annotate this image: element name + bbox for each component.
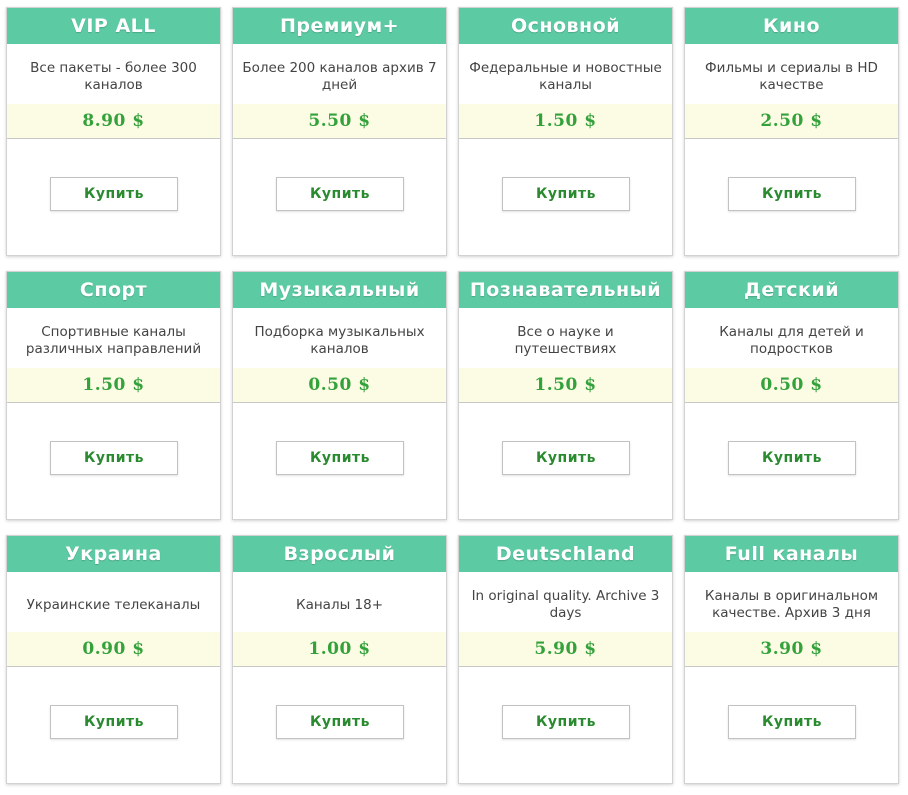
package-price: 3.90 $ xyxy=(685,632,898,667)
package-card: Познавательный Все о науке и путешествия… xyxy=(458,271,673,520)
buy-button[interactable]: Купить xyxy=(502,705,630,739)
package-title: Премиум+ xyxy=(233,8,446,44)
package-price: 1.50 $ xyxy=(7,368,220,403)
package-card: VIP ALL Все пакеты - более 300 каналов 8… xyxy=(6,7,221,256)
buy-button[interactable]: Купить xyxy=(502,177,630,211)
package-description: Каналы для детей и подростков xyxy=(719,324,864,357)
package-description: Каналы в оригинальном качестве. Архив 3 … xyxy=(704,588,879,621)
package-actions: Купить xyxy=(7,139,220,255)
buy-button[interactable]: Купить xyxy=(276,177,404,211)
package-price: 0.50 $ xyxy=(233,368,446,403)
package-price: 5.90 $ xyxy=(459,632,672,667)
package-description: Фильмы и сериалы в HD качестве xyxy=(705,60,878,93)
package-title: Deutschland xyxy=(459,536,672,572)
package-card: Музыкальный Подборка музыкальных каналов… xyxy=(232,271,447,520)
buy-button[interactable]: Купить xyxy=(728,705,856,739)
package-card: Full каналы Каналы в оригинальном качест… xyxy=(684,535,899,784)
package-actions: Купить xyxy=(459,667,672,783)
buy-button[interactable]: Купить xyxy=(728,441,856,475)
package-price: 8.90 $ xyxy=(7,104,220,139)
buy-button[interactable]: Купить xyxy=(728,177,856,211)
package-title: VIP ALL xyxy=(7,8,220,44)
package-description: Федеральные и новостные каналы xyxy=(469,60,662,93)
package-actions: Купить xyxy=(459,139,672,255)
package-title: Full каналы xyxy=(685,536,898,572)
package-price: 0.90 $ xyxy=(7,632,220,667)
package-description: Более 200 каналов архив 7 дней xyxy=(242,60,437,93)
package-title: Детский xyxy=(685,272,898,308)
package-title: Кино xyxy=(685,8,898,44)
package-title: Украина xyxy=(7,536,220,572)
package-card: Детский Каналы для детей и подростков 0.… xyxy=(684,271,899,520)
package-title: Основной xyxy=(459,8,672,44)
package-price: 2.50 $ xyxy=(685,104,898,139)
package-card: Премиум+ Более 200 каналов архив 7 дней … xyxy=(232,7,447,256)
buy-button[interactable]: Купить xyxy=(502,441,630,475)
package-description: Каналы 18+ xyxy=(295,596,384,613)
package-actions: Купить xyxy=(685,403,898,519)
package-title: Спорт xyxy=(7,272,220,308)
package-price: 1.00 $ xyxy=(233,632,446,667)
package-description: Все пакеты - более 300 каналов xyxy=(30,60,197,93)
package-card: Deutschland In original quality. Archive… xyxy=(458,535,673,784)
package-actions: Купить xyxy=(233,139,446,255)
package-description: Украинские телеканалы xyxy=(26,596,201,613)
buy-button[interactable]: Купить xyxy=(50,705,178,739)
package-actions: Купить xyxy=(7,667,220,783)
package-actions: Купить xyxy=(459,403,672,519)
package-card: Основной Федеральные и новостные каналы … xyxy=(458,7,673,256)
package-title: Музыкальный xyxy=(233,272,446,308)
buy-button[interactable]: Купить xyxy=(276,441,404,475)
package-description: Спортивные каналы различных направлений xyxy=(25,324,202,357)
package-price: 5.50 $ xyxy=(233,104,446,139)
package-price: 1.50 $ xyxy=(459,104,672,139)
package-actions: Купить xyxy=(685,667,898,783)
buy-button[interactable]: Купить xyxy=(50,441,178,475)
package-price: 0.50 $ xyxy=(685,368,898,403)
packages-grid: VIP ALL Все пакеты - более 300 каналов 8… xyxy=(0,0,908,795)
package-card: Кино Фильмы и сериалы в HD качестве 2.50… xyxy=(684,7,899,256)
package-card: Взрослый Каналы 18+ 1.00 $ Купить xyxy=(232,535,447,784)
package-actions: Купить xyxy=(7,403,220,519)
package-description: In original quality. Archive 3 days xyxy=(471,588,660,621)
package-actions: Купить xyxy=(685,139,898,255)
package-description: Все о науке и путешествиях xyxy=(514,324,617,357)
package-actions: Купить xyxy=(233,403,446,519)
package-card: Украина Украинские телеканалы 0.90 $ Куп… xyxy=(6,535,221,784)
buy-button[interactable]: Купить xyxy=(276,705,404,739)
package-description: Подборка музыкальных каналов xyxy=(254,324,425,357)
package-title: Взрослый xyxy=(233,536,446,572)
buy-button[interactable]: Купить xyxy=(50,177,178,211)
package-actions: Купить xyxy=(233,667,446,783)
package-title: Познавательный xyxy=(459,272,672,308)
package-price: 1.50 $ xyxy=(459,368,672,403)
package-card: Спорт Спортивные каналы различных направ… xyxy=(6,271,221,520)
